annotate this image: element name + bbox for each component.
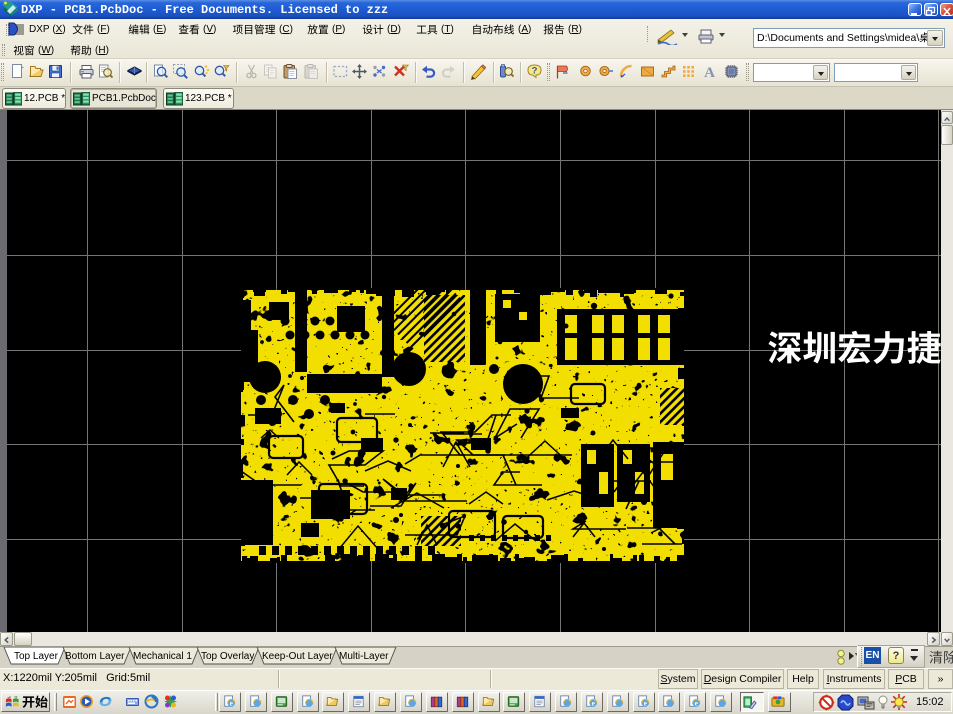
svg-text:A: A [704,65,715,80]
svg-text:e: e [695,700,698,707]
svg-text:e: e [230,700,233,707]
svg-text:e: e [644,700,647,707]
svg-text:e: e [592,700,595,707]
svg-text:?: ? [532,66,538,77]
